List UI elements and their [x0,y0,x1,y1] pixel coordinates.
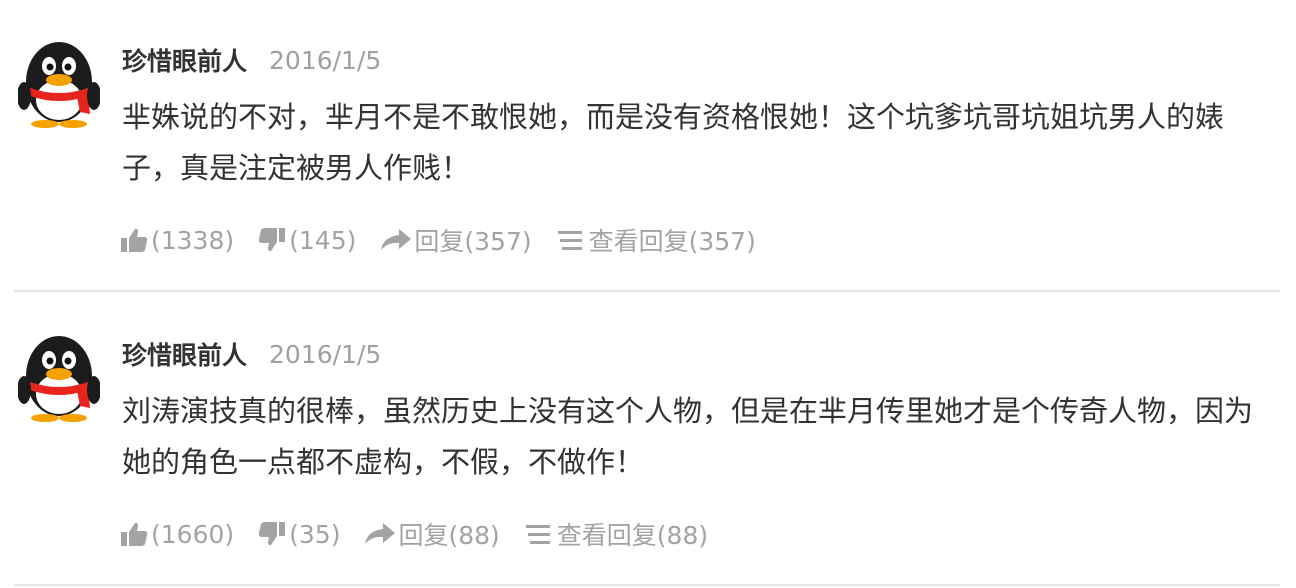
share-arrow-icon [381,229,412,250]
like-count: (1660) [151,519,235,549]
username[interactable]: 珍惜眼前人 [122,336,247,372]
comment-header: 珍惜眼前人 2016/1/5 [122,334,381,374]
view-replies-button[interactable]: 查看回复(357) [556,222,756,258]
comment-header: 珍惜眼前人 2016/1/5 [122,40,381,80]
thumbs-up-icon [121,522,148,546]
like-button[interactable]: (1338) [120,226,234,255]
comment-divider [14,290,1280,292]
reply-label: 回复(357) [414,227,532,256]
comment-date: 2016/1/5 [269,45,382,75]
thumbs-up-icon [121,228,148,252]
view-replies-label: 查看回复(88) [556,521,709,550]
comment-actions: (1660) (35) 回复(88) 查看回复(88) [120,516,732,552]
dislike-count: (35) [289,519,341,549]
share-arrow-icon [365,523,396,544]
dislike-count: (145) [289,225,357,255]
dislike-button[interactable]: (145) [258,226,356,255]
reply-button[interactable]: 回复(88) [364,516,500,552]
view-replies-label: 查看回复(357) [588,227,756,256]
thumbs-down-icon [258,522,286,546]
view-replies-button[interactable]: 查看回复(88) [524,516,708,552]
comment-divider [14,584,1280,586]
list-lines-icon [557,231,582,250]
like-count: (1338) [151,225,235,255]
qq-penguin-avatar-icon[interactable] [18,332,100,422]
comment-actions: (1338) (145) 回复(357) 查看回复(357) [120,222,780,258]
dislike-button[interactable]: (35) [258,520,340,549]
comment-date: 2016/1/5 [269,339,382,369]
comment-text: 芈姝说的不对，芈月不是不敢恨她，而是没有资格恨她！这个坑爹坑哥坑姐坑男人的婊子，… [122,100,1225,185]
thumbs-down-icon [258,228,286,252]
like-button[interactable]: (1660) [120,520,234,549]
comment-text: 刘涛演技真的很棒，虽然历史上没有这个人物，但是在芈月传里她才是个传奇人物，因为她… [122,394,1254,479]
reply-button[interactable]: 回复(357) [380,222,532,258]
qq-penguin-avatar-icon[interactable] [18,38,100,128]
username[interactable]: 珍惜眼前人 [122,42,247,78]
list-lines-icon [525,525,550,544]
reply-label: 回复(88) [398,521,500,550]
